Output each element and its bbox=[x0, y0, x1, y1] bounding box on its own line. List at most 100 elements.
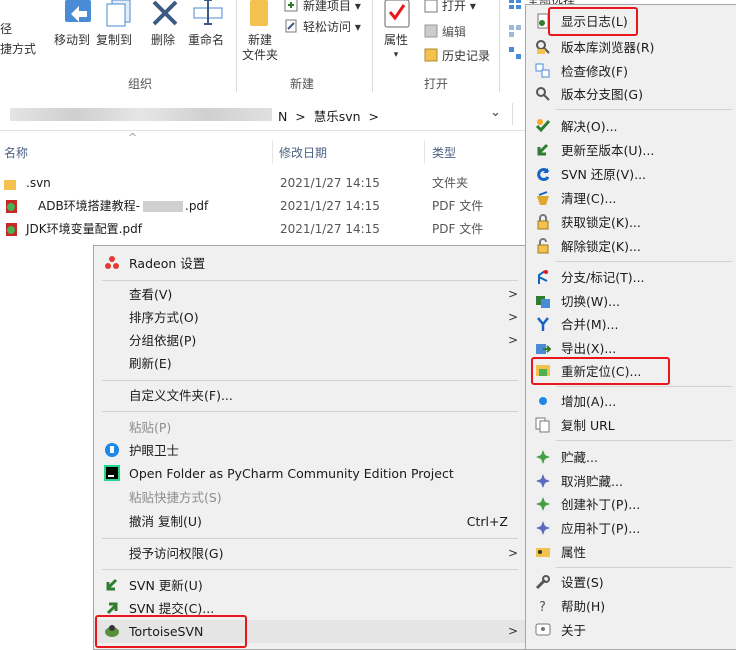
svn-item-about[interactable]: 关于 bbox=[526, 619, 736, 642]
unlock-icon bbox=[535, 238, 551, 254]
menu-label: 复制 URL bbox=[561, 418, 615, 433]
menu-item-sort[interactable]: 排序方式(O) > bbox=[94, 306, 526, 329]
menu-item-view[interactable]: 查看(V) > bbox=[94, 283, 526, 306]
delete-button[interactable]: 删除 bbox=[151, 33, 175, 48]
menu-item-svn-update[interactable]: SVN 更新(U) bbox=[94, 574, 526, 597]
menu-label: 解除锁定(K)... bbox=[561, 239, 641, 254]
merge-icon bbox=[535, 316, 551, 332]
menu-item-eye-guard[interactable]: 护眼卫士 bbox=[94, 439, 526, 462]
check-mods-icon bbox=[535, 63, 551, 79]
svn-item-settings[interactable]: 设置(S) bbox=[526, 571, 736, 594]
menu-label: 创建补丁(P)... bbox=[561, 497, 641, 512]
move-to-button[interactable]: 移动到 bbox=[54, 33, 90, 48]
svn-item-revision-graph[interactable]: 版本分支图(G) bbox=[526, 83, 736, 106]
group-label-new: 新建 bbox=[290, 77, 315, 91]
properties-icon bbox=[535, 544, 551, 560]
new-folder-button[interactable]: 新建 文件夹 bbox=[242, 33, 278, 63]
rename-button[interactable]: 重命名 bbox=[188, 33, 224, 48]
file-row[interactable]: .svn 2021/1/27 14:15 文件夹 bbox=[0, 172, 520, 194]
file-row[interactable]: JDK环境变量配置.pdf 2021/1/27 14:15 PDF 文件 bbox=[0, 218, 520, 240]
menu-label: 自定义文件夹(F)... bbox=[129, 388, 233, 403]
svn-item-check-mods[interactable]: 检查修改(F) bbox=[526, 60, 736, 83]
ribbon-partial-label-2: 捷方式 bbox=[0, 42, 37, 56]
copy-to-icon bbox=[104, 0, 136, 30]
menu-item-radeon[interactable]: Radeon 设置 bbox=[94, 252, 526, 275]
svn-item-get-lock[interactable]: 获取锁定(K)... bbox=[526, 211, 736, 234]
open-button[interactable]: 打开 ▾ bbox=[442, 0, 476, 14]
file-name: ADB环境搭建教程- bbox=[38, 199, 141, 213]
copy-to-button[interactable]: 复制到 bbox=[96, 33, 132, 48]
svn-item-repo-browser[interactable]: 版本库浏览器(R) bbox=[526, 36, 736, 59]
svn-item-add[interactable]: 增加(A)... bbox=[526, 390, 736, 413]
revert-icon bbox=[535, 166, 551, 182]
svn-item-unshelve[interactable]: 取消贮藏... bbox=[526, 470, 736, 493]
open-icon bbox=[424, 0, 438, 13]
ribbon-separator bbox=[236, 0, 237, 92]
rename-icon bbox=[192, 0, 226, 30]
chevron-down-icon[interactable]: ⌄ bbox=[490, 105, 501, 120]
menu-item-customize[interactable]: 自定义文件夹(F)... bbox=[94, 384, 526, 407]
menu-item-refresh[interactable]: 刷新(E) bbox=[94, 352, 526, 375]
svn-item-create-patch[interactable]: 创建补丁(P)... bbox=[526, 493, 736, 516]
svn-item-revert[interactable]: SVN 还原(V)... bbox=[526, 163, 736, 186]
menu-item-group[interactable]: 分组依据(P) > bbox=[94, 329, 526, 352]
address-bar[interactable]: N > 慧乐svn > ⌄ bbox=[0, 99, 530, 131]
rename-label: 重命名 bbox=[188, 33, 225, 47]
properties-button[interactable]: 属性 ▾ bbox=[384, 33, 408, 63]
history-button[interactable]: 历史记录 bbox=[442, 47, 490, 64]
file-date: 2021/1/27 14:15 bbox=[280, 176, 380, 190]
resolve-icon bbox=[535, 118, 551, 134]
svn-item-help[interactable]: ? 帮助(H) bbox=[526, 595, 736, 618]
svn-item-merge[interactable]: 合并(M)... bbox=[526, 313, 736, 336]
menu-label: 查看(V) bbox=[129, 287, 173, 302]
menu-label: 排序方式(O) bbox=[129, 310, 199, 325]
copy-to-label: 复制到 bbox=[96, 33, 133, 47]
menu-item-paste-shortcut[interactable]: 粘贴快捷方式(S) bbox=[94, 486, 526, 509]
menu-label: 合并(M)... bbox=[561, 317, 619, 332]
menu-separator bbox=[102, 569, 518, 570]
easy-access-icon bbox=[284, 19, 298, 33]
ribbon-separator bbox=[499, 0, 500, 92]
svn-item-properties[interactable]: 属性 bbox=[526, 541, 736, 564]
svn-update-icon bbox=[104, 577, 120, 593]
chevron-right-icon: > bbox=[507, 287, 518, 301]
menu-label: 取消贮藏... bbox=[561, 474, 623, 489]
svn-item-copy-url[interactable]: 复制 URL bbox=[526, 414, 736, 437]
svn-item-release-lock[interactable]: 解除锁定(K)... bbox=[526, 235, 736, 258]
svn-item-switch[interactable]: 切换(W)... bbox=[526, 290, 736, 313]
svn-item-update-to-rev[interactable]: 更新至版本(U)... bbox=[526, 139, 736, 162]
column-header-date[interactable]: 修改日期 bbox=[279, 144, 327, 161]
menu-item-undo-copy[interactable]: 撤消 复制(U) Ctrl+Z bbox=[94, 510, 526, 533]
svn-item-branch-tag[interactable]: 分支/标记(T)... bbox=[526, 266, 736, 289]
menu-item-grant-access[interactable]: 授予访问权限(G) > bbox=[94, 542, 526, 565]
svn-item-apply-patch[interactable]: 应用补丁(P)... bbox=[526, 517, 736, 540]
menu-separator bbox=[102, 538, 518, 539]
menu-label: 贮藏... bbox=[561, 450, 598, 465]
pdf-svn-icon bbox=[5, 221, 19, 236]
apply-patch-icon bbox=[535, 520, 551, 536]
svn-item-resolve[interactable]: 解决(O)... bbox=[526, 115, 736, 138]
menu-label: 应用补丁(P)... bbox=[561, 521, 641, 536]
divider bbox=[512, 103, 513, 125]
new-item-label: 新建项目 bbox=[303, 0, 352, 13]
menu-item-pycharm[interactable]: Open Folder as PyCharm Community Edition… bbox=[94, 462, 526, 485]
menu-label: 分组依据(P) bbox=[129, 333, 197, 348]
menu-item-paste[interactable]: 粘贴(P) bbox=[94, 416, 526, 439]
menu-separator bbox=[556, 386, 732, 387]
edit-label: 编辑 bbox=[442, 25, 467, 39]
column-header-type[interactable]: 类型 bbox=[432, 144, 456, 161]
file-date: 2021/1/27 14:15 bbox=[280, 199, 380, 213]
edit-button[interactable]: 编辑 bbox=[442, 23, 466, 40]
file-row[interactable]: ADB环境搭建教程- .pdf 2021/1/27 14:15 PDF 文件 bbox=[0, 195, 520, 217]
copy-url-icon bbox=[535, 417, 551, 433]
svn-item-shelve[interactable]: 贮藏... bbox=[526, 446, 736, 469]
delete-icon bbox=[150, 0, 180, 30]
cleanup-icon bbox=[535, 190, 551, 206]
new-item-button[interactable]: 新建项目 ▾ bbox=[303, 0, 361, 14]
menu-separator bbox=[556, 261, 732, 262]
svn-item-cleanup[interactable]: 清理(C)... bbox=[526, 187, 736, 210]
column-header-name[interactable]: 名称 bbox=[4, 144, 28, 161]
properties-label: 属性 bbox=[384, 33, 409, 47]
easy-access-button[interactable]: 轻松访问 ▾ bbox=[303, 18, 361, 35]
menu-label: 授予访问权限(G) bbox=[129, 546, 224, 561]
